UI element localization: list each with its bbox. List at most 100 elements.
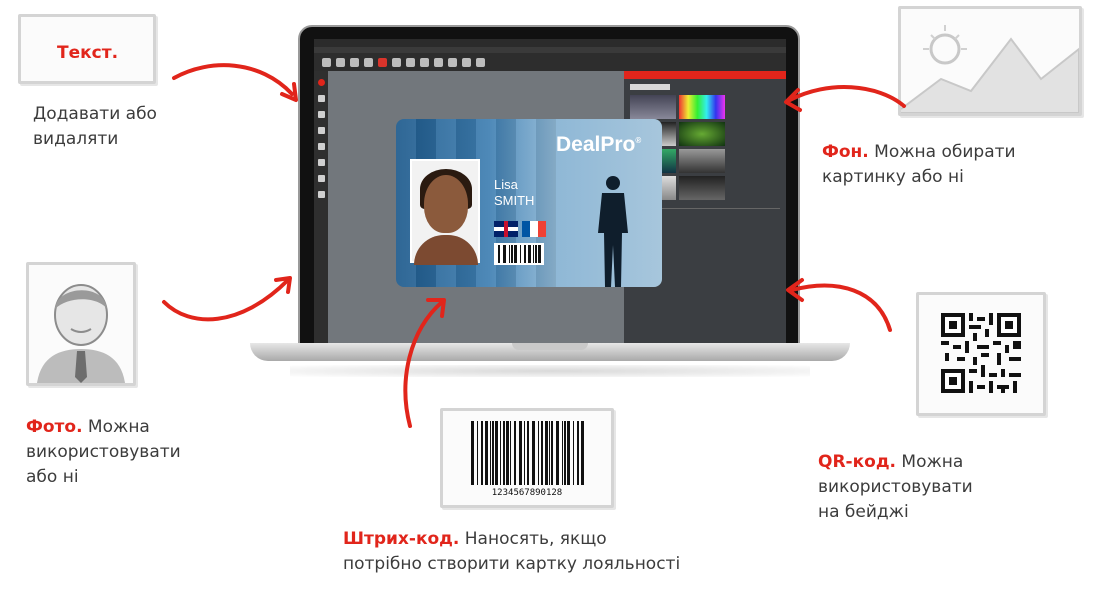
tool-barcode-icon[interactable] bbox=[317, 159, 325, 166]
toolbar-button[interactable] bbox=[350, 57, 359, 67]
arrow-to-background-panel bbox=[784, 85, 906, 112]
app-toolbar bbox=[314, 53, 786, 71]
businessman-silhouette bbox=[598, 176, 628, 287]
background-callout-description: Фон. Можна обирати картинку або ні bbox=[822, 140, 1016, 190]
tool-shape-icon[interactable] bbox=[317, 111, 325, 118]
barcode-callout-text: Наносять, якщо bbox=[459, 529, 607, 549]
text-callout-line2: видаляти bbox=[33, 129, 119, 149]
qr-callout-line3: на бейджі bbox=[818, 502, 909, 522]
barcode-bar bbox=[564, 421, 566, 485]
barcode-bar bbox=[533, 245, 534, 263]
barcode-bar bbox=[500, 421, 501, 485]
card-barcode[interactable] bbox=[494, 243, 544, 265]
arrow-to-photo-tool bbox=[162, 276, 292, 322]
photo-callout-line3: або ні bbox=[26, 467, 79, 487]
barcode-bar bbox=[556, 421, 559, 485]
barcode-callout-keyword: Штрих-код. bbox=[343, 529, 460, 549]
barcode-bar bbox=[477, 421, 478, 485]
barcode-bar bbox=[492, 421, 494, 485]
laptop: DealPro® Lisa SMITH bbox=[250, 25, 850, 377]
barcode-bar bbox=[524, 421, 525, 485]
toolbar-button[interactable] bbox=[392, 57, 401, 67]
toolbar-button-active[interactable] bbox=[378, 57, 387, 67]
laptop-notch bbox=[512, 343, 588, 350]
barcode-callout-frame: 1234567890128 bbox=[440, 408, 614, 508]
barcode-bar bbox=[503, 421, 505, 485]
barcode-bar bbox=[481, 421, 483, 485]
background-thumbnail[interactable] bbox=[679, 122, 725, 146]
tool-line-icon[interactable] bbox=[317, 95, 325, 102]
laptop-screen-bezel: DealPro® Lisa SMITH bbox=[298, 25, 800, 345]
photo-callout-text: Можна bbox=[82, 417, 150, 437]
photo-callout-line2: використовувати bbox=[26, 442, 181, 462]
card-brand-name: DealPro bbox=[556, 133, 636, 156]
card-barcode-icon bbox=[498, 245, 541, 263]
barcode-bar bbox=[514, 421, 516, 485]
zoom-out-icon[interactable] bbox=[448, 57, 457, 67]
tool-text-icon[interactable] bbox=[317, 127, 325, 134]
barcode-bar bbox=[532, 421, 535, 485]
landscape-icon bbox=[900, 25, 1080, 114]
barcode-bar bbox=[524, 245, 526, 263]
app-screen: DealPro® Lisa SMITH bbox=[314, 39, 786, 344]
barcode-bar bbox=[506, 421, 509, 485]
tools-sidebar bbox=[314, 71, 328, 344]
barcode-bar bbox=[551, 421, 553, 485]
barcode-bar bbox=[509, 245, 510, 263]
card-last-name: SMITH bbox=[494, 193, 535, 208]
barcode-bar bbox=[573, 421, 574, 485]
barcode-bar bbox=[535, 245, 537, 263]
background-thumbnail[interactable] bbox=[679, 95, 725, 119]
photo-face bbox=[424, 175, 468, 233]
person-icon bbox=[37, 284, 125, 383]
panel-header bbox=[624, 71, 786, 79]
barcode-bar bbox=[519, 421, 522, 485]
barcode-bar bbox=[549, 421, 550, 485]
tool-photo-icon[interactable] bbox=[317, 191, 325, 198]
arrow-to-card-barcode bbox=[403, 298, 446, 428]
toolbar-button[interactable] bbox=[406, 57, 415, 67]
barcode-bar bbox=[577, 421, 579, 485]
toolbar-button[interactable] bbox=[336, 57, 345, 67]
id-card-preview[interactable]: DealPro® Lisa SMITH bbox=[396, 119, 662, 287]
barcode-bar bbox=[562, 421, 563, 485]
qr-callout-text: Можна bbox=[896, 452, 964, 472]
laptop-shadow bbox=[290, 365, 810, 377]
tool-qr-icon[interactable] bbox=[317, 175, 325, 182]
barcode-bar bbox=[490, 421, 491, 485]
tool-image-icon[interactable] bbox=[317, 143, 325, 150]
background-callout-line2: картинку або ні bbox=[822, 167, 964, 187]
photo-callout-description: Фото. Можна використовувати або ні bbox=[26, 415, 181, 490]
background-thumbnail[interactable] bbox=[679, 149, 725, 173]
card-photo[interactable] bbox=[410, 159, 480, 265]
card-brand-logo: DealPro® bbox=[556, 133, 641, 157]
card-brand-mark: ® bbox=[635, 136, 642, 145]
card-first-name: Lisa bbox=[494, 177, 518, 192]
toolbar-button[interactable] bbox=[476, 57, 485, 67]
barcode-digits: 1234567890128 bbox=[492, 488, 562, 498]
barcode-bar bbox=[498, 245, 500, 263]
toolbar-button[interactable] bbox=[364, 57, 373, 67]
barcode-bar bbox=[541, 421, 543, 485]
toolbar-button[interactable] bbox=[322, 57, 331, 67]
panel-search-input[interactable] bbox=[630, 84, 670, 90]
barcode-bar bbox=[527, 421, 529, 485]
zoom-in-icon[interactable] bbox=[434, 57, 443, 67]
tool-record-icon[interactable] bbox=[317, 79, 325, 86]
text-callout-line1: Додавати або bbox=[33, 104, 157, 124]
barcode-bar bbox=[514, 245, 517, 263]
qr-code-icon bbox=[941, 313, 1021, 393]
qr-callout-keyword: QR-код. bbox=[818, 452, 897, 472]
background-thumbnail[interactable] bbox=[679, 176, 725, 200]
barcode-bar bbox=[528, 245, 531, 263]
background-callout-frame bbox=[898, 6, 1082, 116]
zoom-fit-icon[interactable] bbox=[462, 57, 471, 67]
qr-callout-line2: використовувати bbox=[818, 477, 973, 497]
photo-shoulders bbox=[414, 235, 478, 265]
app-title-bar bbox=[314, 39, 786, 47]
toolbar-button[interactable] bbox=[420, 57, 429, 67]
card-name-block[interactable]: Lisa SMITH bbox=[494, 177, 534, 209]
france-flag-icon bbox=[522, 221, 546, 237]
background-thumbnail[interactable] bbox=[630, 95, 676, 119]
barcode-bar bbox=[511, 245, 513, 263]
